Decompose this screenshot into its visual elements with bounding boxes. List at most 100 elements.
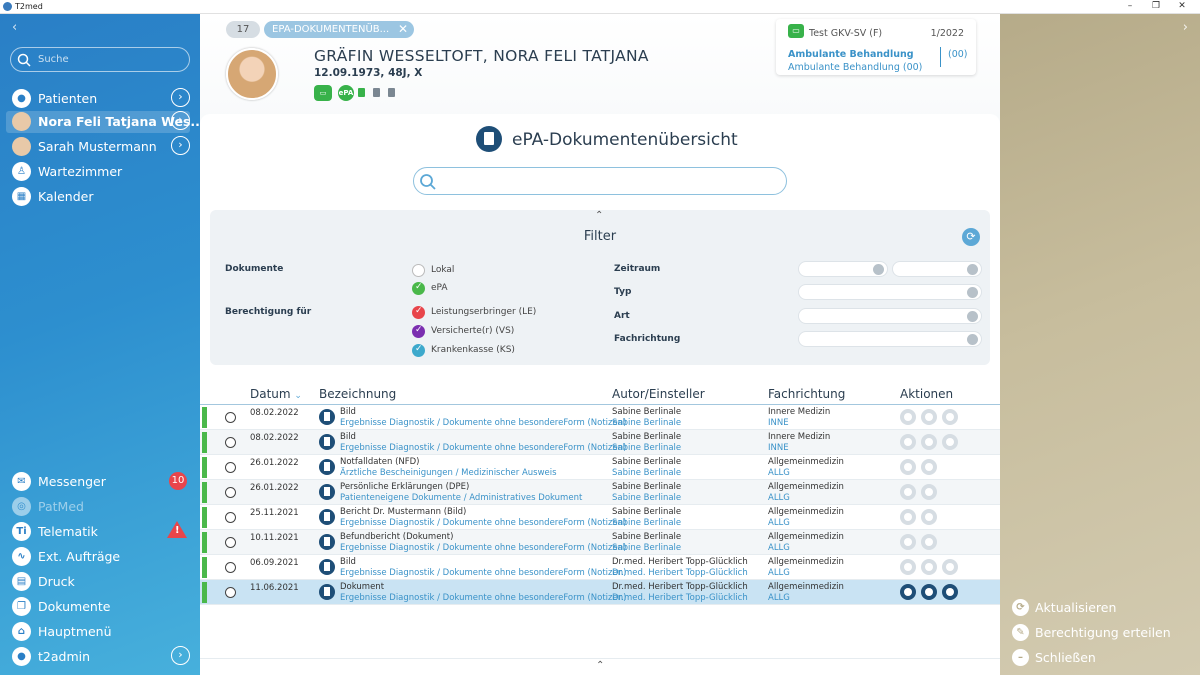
delete-icon[interactable]: [942, 584, 958, 600]
sidebar-item-t2admin[interactable]: ● t2admin ›: [12, 646, 190, 668]
column-bezeichnung[interactable]: Bezeichnung: [319, 387, 396, 401]
delete-icon[interactable]: [921, 484, 937, 500]
chevron-right-icon[interactable]: ›: [171, 88, 190, 107]
sidebar-item-kalender[interactable]: ▦ Kalender: [12, 186, 190, 208]
close-tab-icon[interactable]: ✕: [398, 21, 408, 38]
download-icon[interactable]: [921, 559, 937, 575]
patient-header: 17 EPA-DOKUMENTENÜB... ✕ GRÄFIN WESSELTO…: [200, 14, 1000, 114]
view-icon[interactable]: [900, 484, 916, 500]
insurance-name: Test GKV-SV (F): [809, 28, 883, 39]
insurance-card-icon[interactable]: ▭: [314, 85, 332, 101]
patient-avatar: [226, 48, 278, 100]
view-icon[interactable]: [900, 409, 916, 425]
row-select-radio[interactable]: [225, 462, 236, 473]
document-icon: [319, 484, 335, 500]
sidebar-item-dokumente[interactable]: ❐ Dokumente: [12, 596, 190, 618]
calendar-icon[interactable]: [873, 264, 884, 275]
sidebar-item-wartezimmer[interactable]: ♙ Wartezimmer: [12, 161, 190, 183]
kind-select[interactable]: [798, 308, 982, 324]
refresh-filter-icon[interactable]: ⟳: [962, 228, 980, 246]
table-row[interactable]: 25.11.2021 Bericht Dr. Mustermann (Bild) E…: [200, 505, 1000, 530]
download-icon[interactable]: [921, 584, 937, 600]
row-select-radio[interactable]: [225, 562, 236, 573]
row-title: Persönliche Erklärungen (DPE): [340, 482, 470, 492]
view-icon[interactable]: [900, 559, 916, 575]
row-select-radio[interactable]: [225, 412, 236, 423]
delete-icon[interactable]: [942, 559, 958, 575]
download-icon[interactable]: [921, 409, 937, 425]
delete-icon[interactable]: [942, 409, 958, 425]
sidebar-item-messenger[interactable]: ✉ Messenger 10: [12, 471, 190, 493]
view-icon[interactable]: [900, 509, 916, 525]
delete-icon[interactable]: [921, 534, 937, 550]
chevron-right-icon[interactable]: ›: [171, 646, 190, 665]
table-row[interactable]: 08.02.2022 Bild Ergebnisse Diagnostik / Do…: [200, 430, 1000, 455]
row-specialty-code: ALLG: [768, 493, 790, 503]
view-icon[interactable]: [900, 434, 916, 450]
type-label: Typ: [614, 287, 632, 297]
row-author: Sabine Berlinale: [612, 507, 682, 517]
sidebar-item-sarah[interactable]: Sarah Mustermann ›: [12, 136, 190, 158]
row-select-radio[interactable]: [225, 487, 236, 498]
column-fachrichtung[interactable]: Fachrichtung: [768, 387, 845, 401]
type-select[interactable]: [798, 284, 982, 300]
collapse-right-panel-icon[interactable]: ›: [1183, 20, 1188, 35]
view-icon[interactable]: [900, 459, 916, 475]
table-row[interactable]: 26.01.2022 Notfalldaten (NFD) Ärztliche Be…: [200, 455, 1000, 480]
sidebar-item-telematik[interactable]: Ti Telematik !: [12, 521, 190, 543]
sidebar-item-hauptmenue[interactable]: ⌂ Hauptmenü: [12, 621, 190, 643]
minimize-button[interactable]: –: [1120, 0, 1140, 14]
download-icon[interactable]: [921, 434, 937, 450]
list-icon[interactable]: [967, 334, 978, 345]
delete-icon[interactable]: [942, 434, 958, 450]
sidebar-item-label: Patienten: [38, 91, 98, 106]
column-autor[interactable]: Autor/Einsteller: [612, 387, 705, 401]
table-row[interactable]: 26.01.2022 Persönliche Erklärungen (DPE) P…: [200, 480, 1000, 505]
sidebar-item-patmed[interactable]: ◎ PatMed: [12, 496, 190, 518]
delete-icon[interactable]: [921, 459, 937, 475]
table-row[interactable]: 11.06.2021 Dokument Ergebnisse Diagnostik …: [200, 580, 1000, 605]
chevron-right-icon[interactable]: ›: [171, 111, 190, 130]
row-select-radio[interactable]: [225, 587, 236, 598]
row-category: Patienteneigene Dokumente / Administrati…: [340, 493, 583, 503]
unlock-icon: [358, 88, 365, 97]
document-search-input[interactable]: [413, 167, 787, 195]
list-icon[interactable]: [967, 287, 978, 298]
row-uploader: Sabine Berlinale: [612, 468, 682, 478]
insurance-box[interactable]: ▭ Test GKV-SV (F) 1/2022 Ambulante Behan…: [776, 19, 976, 75]
table-row[interactable]: 10.11.2021 Befundbericht (Dokument) Ergebn…: [200, 530, 1000, 555]
view-icon[interactable]: [900, 534, 916, 550]
row-date: 08.02.2022: [250, 433, 299, 443]
calendar-icon[interactable]: [967, 264, 978, 275]
date-to-input[interactable]: [892, 261, 982, 277]
chat-icon: ✉: [12, 472, 31, 491]
document-icon: [319, 409, 335, 425]
sidebar-search[interactable]: Suche: [10, 47, 190, 72]
table-row[interactable]: 06.09.2021 Bild Ergebnisse Diagnostik / Do…: [200, 555, 1000, 580]
sidebar-item-ext-auftraege[interactable]: ∿ Ext. Aufträge: [12, 546, 190, 568]
delete-icon[interactable]: [921, 509, 937, 525]
sidebar-item-patienten[interactable]: ● Patienten ›: [12, 88, 190, 110]
epa-status-icon[interactable]: ePA: [338, 85, 354, 101]
list-icon[interactable]: [967, 311, 978, 322]
chevron-right-icon[interactable]: ›: [171, 136, 190, 155]
sidebar-item-current-patient[interactable]: Nora Feli Tatjana Wes... ›: [6, 111, 205, 133]
collapse-filter-icon[interactable]: ⌃: [595, 210, 603, 221]
collapse-sidebar-icon[interactable]: ‹: [12, 20, 17, 35]
date-from-input[interactable]: [798, 261, 888, 277]
row-select-radio[interactable]: [225, 537, 236, 548]
view-icon[interactable]: [900, 584, 916, 600]
row-select-radio[interactable]: [225, 512, 236, 523]
row-uploader: Dr.med. Heribert Topp-Glücklich: [612, 593, 748, 603]
tab-epa-dokumente[interactable]: EPA-DOKUMENTENÜB... ✕: [264, 21, 414, 38]
tab-counter[interactable]: 17: [226, 21, 260, 38]
status-bar: [202, 532, 207, 553]
close-window-button[interactable]: ✕: [1172, 0, 1192, 14]
sidebar-item-druck[interactable]: ▤ Druck: [12, 571, 190, 593]
table-row[interactable]: 08.02.2022 Bild Ergebnisse Diagnostik / Do…: [200, 405, 1000, 430]
expand-icon[interactable]: ⌃: [596, 660, 604, 671]
specialty-select[interactable]: [798, 331, 982, 347]
column-datum[interactable]: Datum ⌄: [250, 387, 302, 401]
maximize-button[interactable]: ❐: [1146, 0, 1166, 14]
row-select-radio[interactable]: [225, 437, 236, 448]
